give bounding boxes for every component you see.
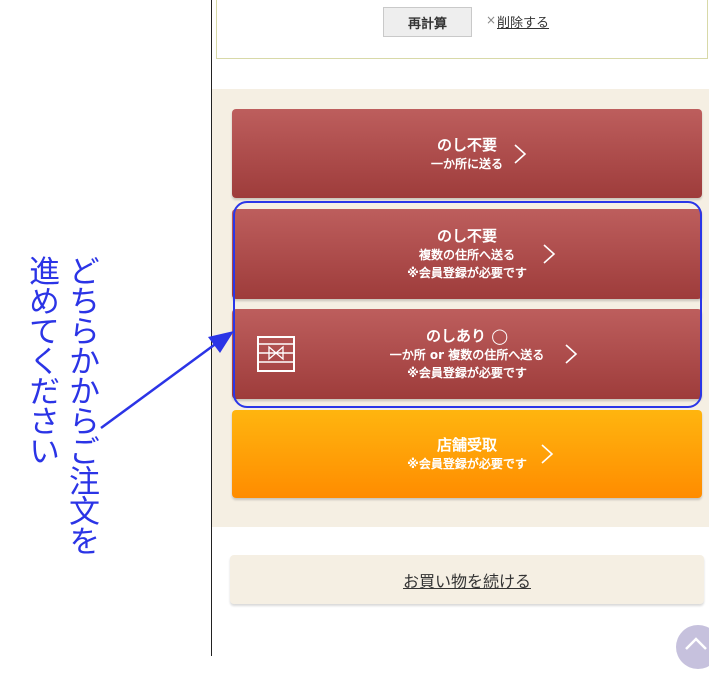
scroll-to-top-button[interactable] xyxy=(676,625,709,669)
chevron-up-icon xyxy=(685,637,707,650)
annotation-arrow xyxy=(100,331,234,430)
